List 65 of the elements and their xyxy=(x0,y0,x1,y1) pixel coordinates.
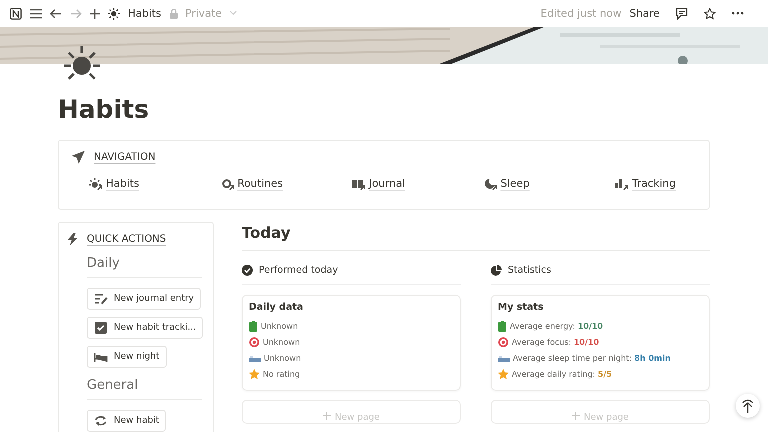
plus-icon[interactable] xyxy=(90,8,100,18)
page-title: Habits xyxy=(58,94,150,126)
bed-icon xyxy=(94,350,108,364)
navigation-link[interactable]: Routines xyxy=(220,177,352,191)
card-property: Unknown xyxy=(264,354,302,362)
plus-icon xyxy=(572,412,580,420)
more-icon[interactable] xyxy=(732,12,744,15)
repeat-icon xyxy=(94,414,108,428)
card-title: Daily data xyxy=(249,302,304,313)
card-property: Average daily rating: 5/5 xyxy=(512,370,612,378)
check-circle-icon xyxy=(242,265,253,276)
pie-chart-icon xyxy=(491,265,502,276)
card-property: Unknown xyxy=(263,338,300,346)
view-title[interactable]: Statistics xyxy=(508,265,552,276)
navigation-arrow-icon xyxy=(72,151,85,164)
group-heading: General xyxy=(87,378,202,400)
target-icon xyxy=(498,336,509,348)
section-heading: Today xyxy=(242,222,710,251)
target-icon xyxy=(249,336,260,348)
navigation-link[interactable]: Journal xyxy=(351,177,483,191)
card-property: Average sleep time per night: 8h 0min xyxy=(513,354,671,362)
card-property: No rating xyxy=(263,370,300,378)
quick-action-button[interactable]: New habit xyxy=(87,410,166,432)
plus-icon xyxy=(323,412,331,420)
bed-icon xyxy=(498,354,510,362)
quick-action-button[interactable]: New journal entry xyxy=(87,288,202,310)
lightning-icon xyxy=(68,233,78,246)
card-property: Average energy: 10/10 xyxy=(510,322,604,330)
star-icon xyxy=(498,368,509,380)
share-button[interactable]: Share xyxy=(630,8,660,20)
breadcrumb-link[interactable]: Habits xyxy=(128,8,162,20)
bed-icon xyxy=(249,354,261,362)
menu-icon[interactable] xyxy=(30,8,42,18)
link-icon xyxy=(220,177,234,191)
group-heading: Daily xyxy=(87,256,202,278)
quick-action-button[interactable]: New night xyxy=(87,346,167,368)
section-title[interactable]: QUICK ACTIONS xyxy=(87,234,166,245)
star-outline-icon[interactable] xyxy=(704,8,716,20)
comment-icon[interactable] xyxy=(676,8,688,20)
card-property: Unknown xyxy=(261,322,298,330)
navigation-link[interactable]: Habits xyxy=(88,177,220,191)
pen-icon xyxy=(94,292,108,306)
lock-icon xyxy=(170,8,178,18)
check-icon xyxy=(94,321,108,335)
link-icon xyxy=(88,177,102,191)
navigation-link[interactable]: Sleep xyxy=(482,177,614,191)
section-title[interactable]: NAVIGATION xyxy=(94,152,156,163)
card-property: Average focus: 10/10 xyxy=(512,338,600,346)
battery-icon xyxy=(498,320,507,332)
star-icon xyxy=(249,368,260,380)
gallery-card[interactable]: My stats Average energy: 10/10 Average focus: 10/10 Average sleep time per night: 8h 0min Average daily rating: 5/5 xyxy=(491,295,710,391)
quick-action-button[interactable]: New habit tracki... xyxy=(87,317,204,339)
battery-icon xyxy=(249,320,258,332)
card-title: My stats xyxy=(498,302,545,313)
help-button[interactable] xyxy=(736,394,760,418)
view-title[interactable]: Performed today xyxy=(259,265,338,276)
link-icon xyxy=(614,177,628,191)
gallery-card[interactable]: Daily data Unknown Unknown Unknown No rating xyxy=(242,295,461,391)
back-arrow-icon[interactable] xyxy=(50,8,62,18)
sun-icon xyxy=(108,8,120,20)
navigation-link[interactable]: Tracking xyxy=(614,177,676,191)
edited-status: Edited just now xyxy=(540,8,622,20)
link-icon xyxy=(351,177,366,191)
link-icon xyxy=(482,177,497,191)
app-logo-icon[interactable] xyxy=(10,8,22,20)
